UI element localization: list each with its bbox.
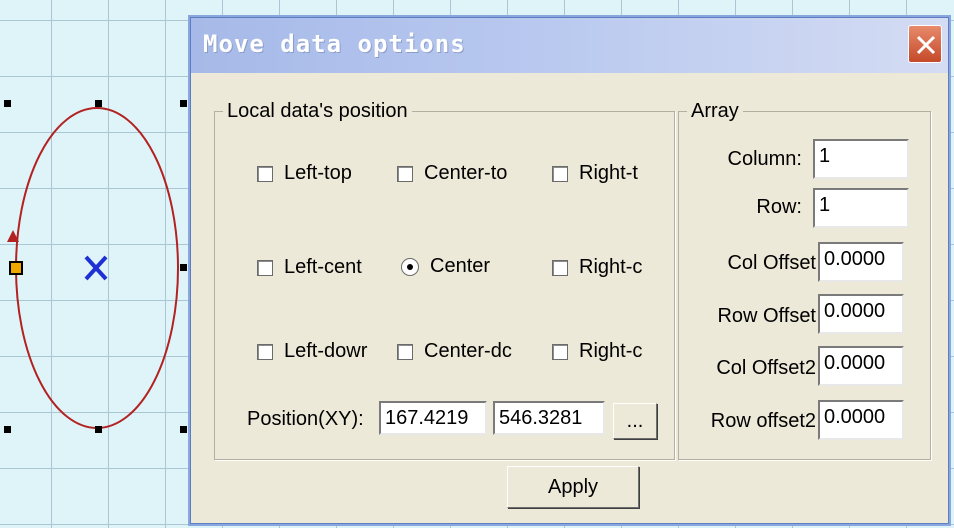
checkbox-box[interactable] <box>257 343 273 360</box>
selection-handle-bottom-right[interactable] <box>180 426 187 433</box>
col-offset2-input[interactable]: 0.0000 <box>818 346 904 386</box>
checkbox-center-top[interactable]: Center-to <box>397 162 529 185</box>
checkbox-box[interactable] <box>397 165 413 182</box>
position-x-input[interactable]: 167.4219 <box>379 401 487 435</box>
row-offset2-input[interactable]: 0.0000 <box>818 400 904 440</box>
option-label: Right-c <box>579 340 643 362</box>
option-label: Left-cent <box>284 256 362 278</box>
checkbox-box[interactable] <box>397 343 413 360</box>
checkbox-box[interactable] <box>257 259 273 276</box>
checkbox-left-center[interactable]: Left-cent <box>257 256 392 279</box>
local-position-group: Local data's position Left-top Center-to… <box>214 100 675 460</box>
array-legend: Array <box>687 100 743 123</box>
radio-selected[interactable] <box>401 257 419 276</box>
radio-center[interactable]: Center <box>401 255 530 278</box>
center-cross-icon <box>84 255 108 281</box>
option-label: Right-t <box>579 162 638 184</box>
checkbox-right-down[interactable]: Right-c <box>552 340 654 363</box>
dialog-title: Move data options <box>203 30 466 58</box>
checkbox-box[interactable] <box>552 343 568 360</box>
option-label: Left-top <box>284 162 352 184</box>
selection-handle-top-left[interactable] <box>4 100 11 107</box>
checkbox-box[interactable] <box>552 259 568 276</box>
position-y-input[interactable]: 546.3281 <box>493 401 605 435</box>
col-offset2-label: Col Offset2 <box>716 357 816 379</box>
apply-button[interactable]: Apply <box>507 466 639 508</box>
row-offset-label: Row Offset <box>717 305 816 327</box>
row-offset2-label: Row offset2 <box>710 410 816 432</box>
row-input[interactable]: 1 <box>813 188 909 228</box>
checkbox-right-center[interactable]: Right-c <box>552 256 654 279</box>
checkbox-left-down[interactable]: Left-dowr <box>257 340 396 363</box>
option-label: Center <box>430 255 491 277</box>
option-label: Center-dc <box>424 340 512 362</box>
close-button[interactable] <box>908 25 942 63</box>
selection-handle-top[interactable] <box>95 100 102 107</box>
row-label: Row: <box>756 196 802 218</box>
selection-handle-bottom-left[interactable] <box>4 426 11 433</box>
col-offset-label: Col Offset <box>727 252 816 274</box>
column-input[interactable]: 1 <box>813 139 909 179</box>
checkbox-left-top[interactable]: Left-top <box>257 162 394 185</box>
anchor-handle[interactable] <box>9 261 23 275</box>
close-icon <box>916 35 936 55</box>
array-group: Array Column: 1 Row: 1 Col Offset 0.0000… <box>678 100 931 460</box>
option-label: Right-c <box>579 256 643 278</box>
checkbox-center-down[interactable]: Center-dc <box>397 340 529 363</box>
title-bar[interactable]: Move data options <box>191 18 948 73</box>
selection-handle-right[interactable] <box>180 264 187 271</box>
ellipse-object[interactable] <box>7 107 179 429</box>
selection-handle-bottom[interactable] <box>95 426 102 433</box>
checkbox-box[interactable] <box>257 165 273 182</box>
option-label: Center-to <box>424 162 508 184</box>
row-offset-input[interactable]: 0.0000 <box>818 294 904 334</box>
option-label: Left-dowr <box>284 340 368 362</box>
move-data-options-dialog: Move data options Local data's position … <box>191 18 948 523</box>
position-label: Position(XY): <box>247 408 364 430</box>
checkbox-right-top[interactable]: Right-t <box>552 162 649 185</box>
selection-handle-top-right[interactable] <box>180 100 187 107</box>
checkbox-box[interactable] <box>552 165 568 182</box>
browse-button[interactable]: ... <box>613 403 657 439</box>
col-offset-input[interactable]: 0.0000 <box>818 242 904 282</box>
column-label: Column: <box>727 148 802 170</box>
local-position-legend: Local data's position <box>223 100 412 123</box>
